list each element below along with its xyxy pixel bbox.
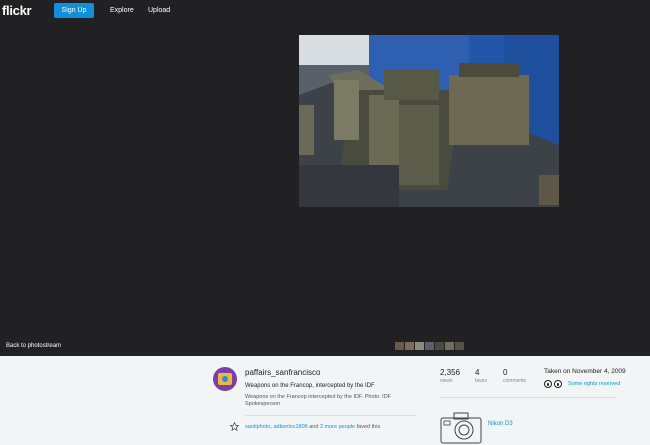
user-avatar[interactable] [213, 367, 237, 391]
date-taken: Taken on November 4, 2009 [544, 368, 626, 375]
upload-link[interactable]: Upload [148, 7, 170, 14]
thumbnail[interactable] [425, 342, 434, 350]
lens-icon [222, 376, 228, 382]
divider [439, 397, 616, 398]
flickr-logo[interactable]: flickr [2, 3, 32, 18]
star-icon[interactable] [230, 422, 239, 431]
photo-title: Weapons on the Francop, intercepted by t… [245, 383, 375, 389]
photo-description: Weapons on the Francop intercepted by th… [245, 394, 392, 407]
thumbnail[interactable] [445, 342, 454, 350]
more-people-link[interactable]: 2 more people [320, 424, 355, 430]
photo-image [299, 35, 559, 207]
views-label: views [440, 378, 453, 384]
views-count: 2,356 [440, 368, 461, 377]
username-link[interactable]: paffairs_sanfrancisco [245, 368, 320, 377]
photo-info-panel: paffairs_sanfrancisco Weapons on the Fra… [0, 356, 650, 445]
top-navigation-bar: flickr Sign Up Explore Upload [0, 0, 650, 22]
thumbnail[interactable] [435, 342, 444, 350]
faves-label: faves [475, 378, 487, 384]
thumbnail[interactable] [415, 342, 424, 350]
faves-stat: 4 faves [475, 368, 487, 384]
comments-label: comments [503, 378, 527, 384]
back-to-photostream-link[interactable]: Back to photostream [6, 343, 61, 349]
views-stat: 2,356 views [440, 368, 460, 384]
cc-noderivs-icon [554, 380, 562, 388]
main-photo[interactable] [299, 35, 559, 207]
faves-line: santiphoto, adtienloc1806 and 2 more peo… [245, 424, 381, 430]
divider [245, 415, 417, 416]
camera-model-link[interactable]: Nikon D3 [488, 421, 513, 427]
faves-count: 4 [475, 368, 480, 377]
comments-stat: 0 comments [503, 368, 526, 384]
thumbnail[interactable] [405, 342, 414, 350]
fave-user-link[interactable]: santiphoto [245, 424, 270, 430]
thumbnail[interactable] [455, 342, 464, 350]
sign-up-button[interactable]: Sign Up [54, 3, 94, 18]
photo-viewer: Back to photostream [0, 22, 650, 356]
camera-icon[interactable] [440, 410, 482, 444]
thumbnail[interactable] [395, 342, 404, 350]
license-icons [544, 380, 562, 388]
comments-count: 0 [503, 368, 508, 377]
photostream-thumbnails [395, 342, 464, 350]
cc-attribution-icon [544, 380, 552, 388]
explore-link[interactable]: Explore [110, 7, 134, 14]
fave-user-link[interactable]: adtienloc1806 [273, 424, 307, 430]
license-link[interactable]: Some rights reserved [568, 381, 620, 387]
